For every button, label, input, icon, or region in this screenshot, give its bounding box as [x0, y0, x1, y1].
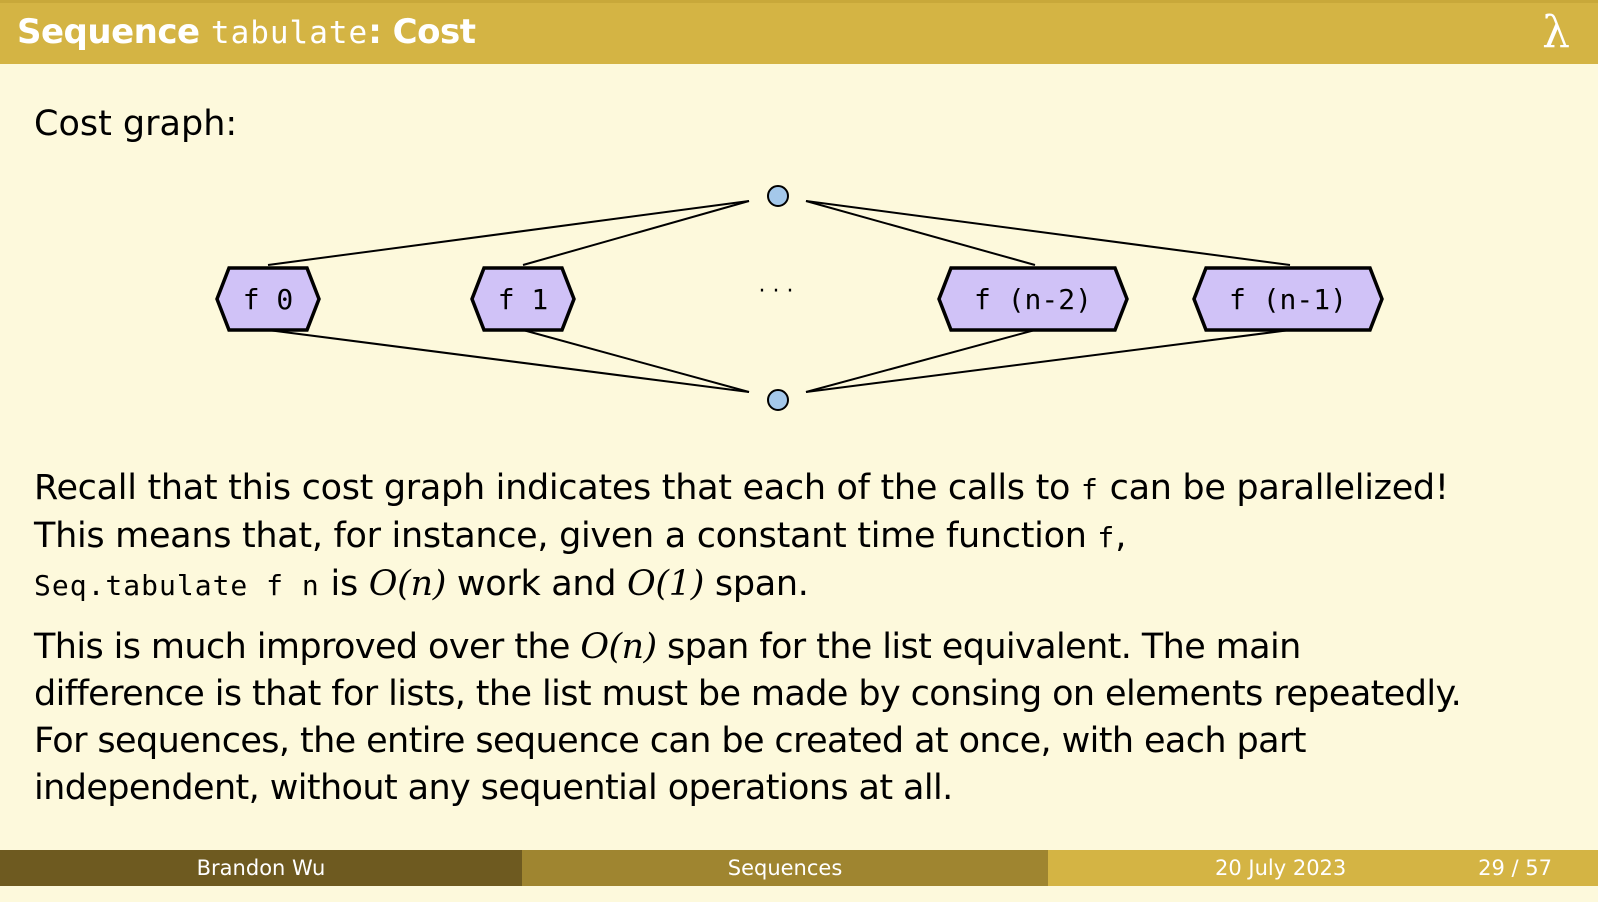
edge-bot-f1 [522, 329, 750, 393]
edge-bot-fn1 [805, 329, 1291, 393]
node-f1: f 1 [470, 266, 576, 332]
code-f: f [1080, 473, 1099, 506]
footer-author: Brandon Wu [0, 850, 522, 886]
node-f1-label: f 1 [498, 283, 549, 316]
paragraph1-line1: Recall that this cost graph indicates th… [34, 468, 1449, 508]
node-f0: f 0 [215, 266, 321, 332]
footer-spacer [0, 886, 1598, 902]
code-seq-tabulate: Seq.tabulate f n [34, 569, 320, 602]
paragraph-comparison: This is much improved over the O(n) span… [34, 624, 1462, 812]
source-node-icon [767, 185, 789, 207]
edge-top-fn1 [805, 200, 1291, 266]
paragraph1-line2: This means that, for instance, given a c… [34, 516, 1127, 556]
node-f0-label: f 0 [243, 283, 294, 316]
sink-node-icon [767, 389, 789, 411]
edge-top-f0 [267, 200, 750, 266]
paragraph1-line3: Seq.tabulate f n is O(n) work and O(1) s… [34, 564, 809, 604]
math-span: O(1) [627, 564, 705, 604]
node-fn1: f (n-1) [1192, 266, 1384, 332]
paragraph-parallel: Recall that this cost graph indicates th… [34, 465, 1449, 609]
footer-date: 20 July 2023 [1215, 856, 1347, 880]
node-fn2-label: f (n-2) [974, 283, 1092, 316]
footer-date-section: 20 July 2023 29 / 57 [1048, 850, 1598, 886]
paragraph2-line4: independent, without any sequential oper… [34, 768, 953, 808]
cost-graph: f 0 f 1 · · · f (n-2) f (n-1) [215, 185, 1384, 411]
edge-top-fn2 [805, 200, 1036, 266]
footer-page-number: 29 / 57 [1478, 856, 1552, 880]
math-work: O(n) [368, 564, 447, 604]
footer-title: Sequences [522, 850, 1048, 886]
edge-bot-fn2 [805, 329, 1036, 393]
node-fn2: f (n-2) [937, 266, 1129, 332]
math-list-span: O(n) [580, 627, 657, 667]
graph-ellipsis: · · · [759, 279, 794, 304]
node-fn1-label: f (n-1) [1229, 283, 1347, 316]
paragraph2-line3: For sequences, the entire sequence can b… [34, 721, 1306, 761]
edge-bot-f0 [267, 329, 750, 393]
edge-top-f1 [522, 200, 750, 266]
code-f: f [1097, 521, 1116, 554]
paragraph2-line2: difference is that for lists, the list m… [34, 674, 1462, 714]
paragraph2-line1: This is much improved over the O(n) span… [34, 627, 1301, 667]
